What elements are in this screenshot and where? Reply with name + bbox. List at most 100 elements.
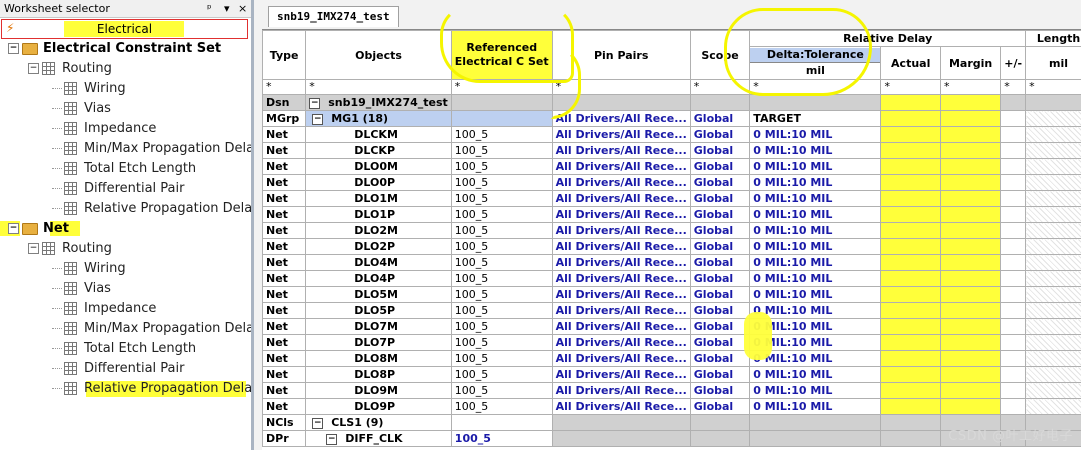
delta-tolerance-cell[interactable]: 0 MIL:10 MIL <box>749 158 882 175</box>
scope-cell[interactable]: Global <box>689 318 751 335</box>
filter-cell[interactable]: * <box>1000 79 1027 95</box>
object-cell[interactable]: DLO4M <box>305 254 452 271</box>
table-row[interactable]: Net DLO5M 100_5 All Drivers/All Rece... Glob… <box>261 286 1081 303</box>
scope-cell[interactable]: Global <box>689 142 751 159</box>
object-cell[interactable]: DLO4P <box>305 270 452 287</box>
filter-cell[interactable]: * <box>939 79 1002 95</box>
collapse-icon[interactable]: − <box>8 223 19 234</box>
col-header-actual[interactable]: Actual <box>880 46 941 80</box>
object-cell[interactable]: DLO9P <box>305 398 452 415</box>
table-row[interactable]: Net DLO1P 100_5 All Drivers/All Rece... Glob… <box>261 206 1081 223</box>
delta-tolerance-cell[interactable]: 0 MIL:10 MIL <box>749 190 882 207</box>
col-header-length[interactable]: Length <box>1025 30 1081 47</box>
object-cell[interactable]: DLCKM <box>305 126 452 143</box>
delta-tolerance-cell[interactable]: 0 MIL:10 MIL <box>749 398 882 415</box>
pin-pairs-cell[interactable]: All Drivers/All Rece... <box>551 126 691 143</box>
tree-item[interactable]: Total Etch Length <box>52 339 196 359</box>
table-row[interactable]: Net DLO4M 100_5 All Drivers/All Rece... Glob… <box>261 254 1081 271</box>
table-row[interactable]: Net DLO1M 100_5 All Drivers/All Rece... Glob… <box>261 190 1081 207</box>
delta-tolerance-cell[interactable]: 0 MIL:10 MIL <box>749 174 882 191</box>
scope-cell[interactable]: Global <box>689 174 751 191</box>
table-row[interactable]: MGrp − MG1 (18) All Drivers/All Rece... Glob… <box>261 110 1081 127</box>
scope-cell[interactable]: Global <box>689 126 751 143</box>
table-row[interactable]: Net DLCKP 100_5 All Drivers/All Rece... Glob… <box>261 142 1081 159</box>
ref-cset-cell[interactable]: 100_5 <box>450 318 553 335</box>
ref-cset-cell[interactable]: 100_5 <box>450 286 553 303</box>
object-cell[interactable]: DLO0P <box>305 174 452 191</box>
scope-cell[interactable]: Global <box>689 398 751 415</box>
scope-cell[interactable]: Global <box>689 382 751 399</box>
scope-cell[interactable]: Global <box>689 110 751 127</box>
close-icon[interactable]: × <box>238 0 247 17</box>
ref-cset-cell[interactable]: 100_5 <box>450 190 553 207</box>
collapse-icon[interactable]: − <box>28 243 39 254</box>
tree-item[interactable]: Relative Propagation Delay <box>52 199 251 219</box>
collapse-icon[interactable]: − <box>8 43 19 54</box>
table-row[interactable]: Net DLO4P 100_5 All Drivers/All Rece... Glob… <box>261 270 1081 287</box>
delta-tolerance-cell[interactable]: TARGET <box>749 110 882 127</box>
electrical-domain-selector[interactable]: ⚡ Electrical <box>1 19 248 39</box>
tree-item[interactable]: Min/Max Propagation Delays <box>52 319 251 339</box>
pin-pairs-cell[interactable]: All Drivers/All Rece... <box>551 382 691 399</box>
delta-tolerance-cell[interactable]: 0 MIL:10 MIL <box>749 286 882 303</box>
object-cell[interactable]: DLO7P <box>305 334 452 351</box>
dropdown-icon[interactable]: ▾ <box>224 0 230 17</box>
ref-cset-cell[interactable] <box>450 110 553 127</box>
tree-item[interactable]: Vias <box>52 279 111 299</box>
ref-cset-cell[interactable]: 100_5 <box>450 398 553 415</box>
pin-pairs-cell[interactable]: All Drivers/All Rece... <box>551 110 691 127</box>
ref-cset-cell[interactable]: 100_5 <box>450 158 553 175</box>
col-header-objects[interactable]: Objects <box>305 30 452 80</box>
pin-pairs-cell[interactable]: All Drivers/All Rece... <box>551 158 691 175</box>
tree-item[interactable]: Wiring <box>52 259 126 279</box>
table-row[interactable]: Net DLO2M 100_5 All Drivers/All Rece... Glob… <box>261 222 1081 239</box>
table-row[interactable]: Net DLO9M 100_5 All Drivers/All Rece... Glob… <box>261 382 1081 399</box>
pin-pairs-cell[interactable]: All Drivers/All Rece... <box>551 238 691 255</box>
pin-pairs-cell[interactable]: All Drivers/All Rece... <box>551 222 691 239</box>
tree-item[interactable]: − Net <box>8 219 69 239</box>
ref-cset-cell[interactable]: 100_5 <box>450 430 553 447</box>
ref-cset-cell[interactable]: 100_5 <box>450 334 553 351</box>
tree-item[interactable]: Min/Max Propagation Delays <box>52 139 251 159</box>
object-cell[interactable]: DLO2M <box>305 222 452 239</box>
scope-cell[interactable]: Global <box>689 270 751 287</box>
pin-pairs-cell[interactable]: All Drivers/All Rece... <box>551 174 691 191</box>
ref-cset-cell[interactable]: 100_5 <box>450 126 553 143</box>
design-tab[interactable]: snb19_IMX274_test <box>268 6 399 27</box>
delta-tolerance-cell[interactable]: 0 MIL:10 MIL <box>749 270 882 287</box>
scope-cell[interactable]: Global <box>689 302 751 319</box>
collapse-icon[interactable]: − <box>309 97 321 109</box>
pin-pairs-cell[interactable]: All Drivers/All Rece... <box>551 366 691 383</box>
object-cell[interactable]: − DIFF_CLK <box>305 430 452 447</box>
ref-cset-cell[interactable]: 100_5 <box>450 366 553 383</box>
object-cell[interactable]: DLO2P <box>305 238 452 255</box>
ref-cset-cell[interactable]: 100_5 <box>450 254 553 271</box>
object-cell[interactable]: DLO8M <box>305 350 452 367</box>
table-row[interactable]: Net DLCKM 100_5 All Drivers/All Rece... Glob… <box>261 126 1081 143</box>
scope-cell[interactable]: Global <box>689 158 751 175</box>
object-cell[interactable]: DLO8P <box>305 366 452 383</box>
collapse-icon[interactable]: − <box>28 63 39 74</box>
pin-pairs-cell[interactable]: All Drivers/All Rece... <box>551 302 691 319</box>
tree-item[interactable]: Impedance <box>52 119 156 139</box>
pin-pairs-cell[interactable]: All Drivers/All Rece... <box>551 334 691 351</box>
pin-pairs-cell[interactable]: All Drivers/All Rece... <box>551 254 691 271</box>
delta-tolerance-cell[interactable]: 0 MIL:10 MIL <box>749 126 882 143</box>
table-row[interactable]: Net DLO0M 100_5 All Drivers/All Rece... Glob… <box>261 158 1081 175</box>
pin-pairs-cell[interactable]: All Drivers/All Rece... <box>551 206 691 223</box>
table-row[interactable]: Net DLO5P 100_5 All Drivers/All Rece... Glob… <box>261 302 1081 319</box>
object-cell[interactable]: DLO0M <box>305 158 452 175</box>
scope-cell[interactable]: Global <box>689 366 751 383</box>
tree-item[interactable]: Relative Propagation Delay <box>52 379 251 399</box>
collapse-icon[interactable]: − <box>312 417 324 429</box>
ref-cset-cell[interactable]: 100_5 <box>450 270 553 287</box>
ref-cset-cell[interactable]: 100_5 <box>450 382 553 399</box>
filter-cell[interactable]: * <box>880 79 941 95</box>
scope-cell[interactable]: Global <box>689 222 751 239</box>
delta-tolerance-cell[interactable]: 0 MIL:10 MIL <box>749 382 882 399</box>
tree-item[interactable]: Differential Pair <box>52 179 184 199</box>
table-row[interactable]: Net DLO9P 100_5 All Drivers/All Rece... Glob… <box>261 398 1081 415</box>
col-header-type[interactable]: Type <box>261 30 307 80</box>
ref-cset-cell[interactable]: 100_5 <box>450 174 553 191</box>
table-row[interactable]: Net DLO2P 100_5 All Drivers/All Rece... Glob… <box>261 238 1081 255</box>
